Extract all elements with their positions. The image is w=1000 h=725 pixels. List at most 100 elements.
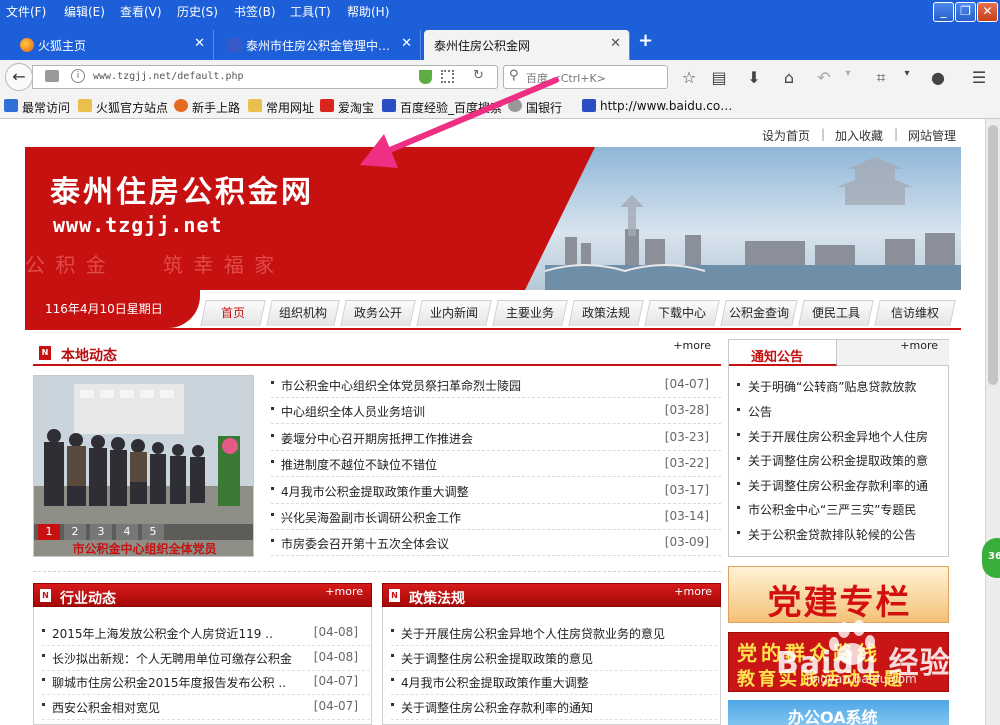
site-admin-link[interactable]: 网站管理 bbox=[908, 127, 956, 144]
tab-tzgjj-active[interactable]: 泰州住房公积金网 ✕ bbox=[424, 30, 630, 60]
hamburger-menu-icon[interactable]: ☰ bbox=[969, 68, 989, 87]
news-title[interactable]: 市房委会召开第十五次全体会议 bbox=[281, 535, 449, 552]
minimize-button[interactable]: _ bbox=[933, 2, 954, 22]
notice-title[interactable]: 关于开展住房公积金异地个人住房 bbox=[748, 428, 928, 445]
notice-item[interactable]: 公告 bbox=[737, 399, 943, 423]
news-title[interactable]: 中心组织全体人员业务培训 bbox=[281, 403, 425, 420]
bookmark-bank[interactable]: 国银行 bbox=[508, 99, 562, 116]
nav-main-business[interactable]: 主要业务 bbox=[492, 300, 568, 326]
policy-item-title[interactable]: 关于调整住房公积金提取政策的意见 bbox=[401, 650, 593, 667]
nav-downloads[interactable]: 下载中心 bbox=[644, 300, 720, 326]
bookmark-common-sites[interactable]: 常用网址 bbox=[248, 99, 314, 116]
menu-view[interactable]: 查看(V) bbox=[120, 3, 162, 20]
new-tab-button[interactable]: + bbox=[638, 30, 653, 51]
notice-item[interactable]: 关于明确“公转商”贴息贷款放款 bbox=[737, 374, 943, 398]
slider-page-1[interactable]: 1 bbox=[38, 524, 60, 540]
notice-title[interactable]: 关于调整住房公积金提取政策的意 bbox=[748, 452, 928, 469]
notice-title[interactable]: 公告 bbox=[748, 403, 772, 420]
mass-line-banner[interactable]: 党的群众路线 教育实践活动专题 bbox=[728, 632, 949, 692]
policy-item-title[interactable]: 关于开展住房公积金异地个人住房贷款业务的意见 bbox=[401, 625, 665, 642]
close-tab-icon[interactable]: ✕ bbox=[194, 36, 205, 51]
bookmark-baidu-url[interactable]: http://www.baidu.co… bbox=[582, 99, 732, 113]
nav-industry-news[interactable]: 业内新闻 bbox=[416, 300, 492, 326]
news-item[interactable]: 4月我市公积金提取政策作重大调整 [03-17] bbox=[271, 478, 721, 504]
news-item[interactable]: 2015年上海发放公积金个人房贷近119 .. [04-08] bbox=[42, 620, 370, 646]
bookmark-baidu-jingyan[interactable]: 百度经验_百度搜索 bbox=[382, 99, 502, 116]
reading-list-icon[interactable]: ▤ bbox=[709, 68, 729, 87]
qrcode-icon[interactable] bbox=[441, 70, 454, 83]
policy-item[interactable]: 关于调整住房公积金存款利率的通知 bbox=[391, 694, 717, 720]
slider-page-3[interactable]: 3 bbox=[90, 524, 112, 540]
menu-edit[interactable]: 编辑(E) bbox=[64, 3, 105, 20]
notice-title[interactable]: 市公积金中心“三严三实”专题民 bbox=[748, 501, 916, 518]
bookmark-firefox-official[interactable]: 火狐官方站点 bbox=[78, 99, 168, 116]
news-item[interactable]: 长沙拟出新规：个人无聘用单位可缴存公积金 [04-08] bbox=[42, 645, 370, 671]
policy-item[interactable]: 关于开展住房公积金异地个人住房贷款业务的意见 bbox=[391, 620, 717, 646]
download-icon[interactable]: ⬇ bbox=[744, 68, 764, 87]
undo-icon[interactable]: ↶ bbox=[814, 68, 834, 87]
chevron-down-icon[interactable]: ▾ bbox=[897, 68, 917, 79]
slider-page-2[interactable]: 2 bbox=[64, 524, 86, 540]
news-title[interactable]: 姜堰分中心召开期房抵押工作推进会 bbox=[281, 430, 473, 447]
chat-icon[interactable]: ● bbox=[928, 68, 948, 87]
news-item[interactable]: 中心组织全体人员业务培训 [03-28] bbox=[271, 398, 721, 424]
news-item[interactable]: 聊城市住房公积金2015年度报告发布公积 .. [04-07] bbox=[42, 669, 370, 695]
notice-item[interactable]: 关于调整住房公积金提取政策的意 bbox=[737, 448, 943, 472]
add-favorite-link[interactable]: 加入收藏 bbox=[835, 127, 883, 144]
notice-item[interactable]: 关于调整住房公积金存款利率的通 bbox=[737, 473, 943, 497]
oa-system-banner[interactable]: 办公OA系统 bbox=[728, 700, 949, 725]
nav-petitions[interactable]: 信访维权 bbox=[874, 300, 956, 326]
scrollbar-thumb[interactable] bbox=[988, 125, 998, 385]
menu-file[interactable]: 文件(F) bbox=[6, 3, 46, 20]
home-icon[interactable]: ⌂ bbox=[779, 68, 799, 87]
notice-title[interactable]: 关于公积金贷款排队轮候的公告 bbox=[748, 526, 916, 543]
close-tab-icon[interactable]: ✕ bbox=[401, 36, 412, 51]
slider-page-4[interactable]: 4 bbox=[116, 524, 138, 540]
tab-firefox-home[interactable]: 火狐主页 ✕ bbox=[0, 30, 214, 60]
nav-convenience-tools[interactable]: 便民工具 bbox=[798, 300, 874, 326]
news-title[interactable]: 西安公积金相对宽见 bbox=[52, 699, 302, 716]
news-title[interactable]: 2015年上海发放公积金个人房贷近119 .. bbox=[52, 625, 302, 642]
industry-more-link[interactable]: +more bbox=[325, 585, 363, 598]
news-title[interactable]: 4月我市公积金提取政策作重大调整 bbox=[281, 483, 469, 500]
photo-caption[interactable]: 市公积金中心组织全体党员 bbox=[34, 540, 253, 556]
info-icon[interactable]: i bbox=[71, 69, 85, 83]
set-homepage-link[interactable]: 设为首页 bbox=[762, 127, 810, 144]
news-item[interactable]: 市公积金中心组织全体党员祭扫革命烈士陵园 [04-07] bbox=[271, 372, 721, 398]
news-title[interactable]: 长沙拟出新规：个人无聘用单位可缴存公积金 bbox=[52, 650, 302, 667]
nav-fund-query[interactable]: 公积金查询 bbox=[720, 300, 798, 326]
notice-item[interactable]: 关于公积金贷款排队轮候的公告 bbox=[737, 522, 943, 546]
reload-icon[interactable]: ↻ bbox=[473, 68, 484, 83]
bookmark-aitaobao[interactable]: 爱淘宝 bbox=[320, 99, 374, 116]
menu-history[interactable]: 历史(S) bbox=[177, 3, 218, 20]
nav-home[interactable]: 首页 bbox=[200, 300, 266, 326]
policy-item-title[interactable]: 关于调整住房公积金存款利率的通知 bbox=[401, 699, 593, 716]
notice-more-link[interactable]: +more bbox=[900, 339, 938, 352]
news-item[interactable]: 推进制度不越位不缺位不错位 [03-22] bbox=[271, 451, 721, 477]
menu-help[interactable]: 帮助(H) bbox=[347, 3, 389, 20]
party-building-banner[interactable]: 党建专栏 bbox=[728, 566, 949, 623]
news-item[interactable]: 兴化吴海盈副市长调研公积金工作 [03-14] bbox=[271, 504, 721, 530]
close-window-button[interactable]: ✕ bbox=[977, 2, 998, 22]
shield-icon[interactable] bbox=[419, 70, 432, 84]
policy-item[interactable]: 4月我市公积金提取政策作重大调整 bbox=[391, 669, 717, 695]
side-float-badge[interactable]: 36 bbox=[982, 538, 1000, 578]
news-title[interactable]: 聊城市住房公积金2015年度报告发布公积 .. bbox=[52, 674, 302, 691]
nav-government-affairs[interactable]: 政务公开 bbox=[340, 300, 416, 326]
chevron-down-icon[interactable]: ▾ bbox=[838, 68, 858, 79]
menu-bookmarks[interactable]: 书签(B) bbox=[234, 3, 276, 20]
notice-title[interactable]: 关于调整住房公积金存款利率的通 bbox=[748, 477, 928, 494]
notice-tab[interactable]: 通知公告 bbox=[729, 340, 837, 366]
policy-more-link[interactable]: +more bbox=[674, 585, 712, 598]
news-title[interactable]: 推进制度不越位不缺位不错位 bbox=[281, 456, 437, 473]
policy-item-title[interactable]: 4月我市公积金提取政策作重大调整 bbox=[401, 674, 589, 691]
news-title[interactable]: 市公积金中心组织全体党员祭扫革命烈士陵园 bbox=[281, 377, 521, 394]
news-item[interactable]: 西安公积金相对宽见 [04-07] bbox=[42, 694, 370, 720]
crop-icon[interactable]: ⌗ bbox=[871, 68, 891, 88]
notice-item[interactable]: 关于开展住房公积金异地个人住房 bbox=[737, 424, 943, 448]
news-item[interactable]: 市房委会召开第十五次全体会议 [03-09] bbox=[271, 530, 721, 556]
url-bar[interactable]: i www.tzgjj.net/default.php ↻ bbox=[32, 65, 498, 89]
news-item[interactable]: 姜堰分中心召开期房抵押工作推进会 [03-23] bbox=[271, 425, 721, 451]
back-button[interactable]: ← bbox=[5, 63, 33, 91]
news-photo-slider[interactable]: 1 2 3 4 5 市公积金中心组织全体党员 bbox=[33, 375, 254, 557]
